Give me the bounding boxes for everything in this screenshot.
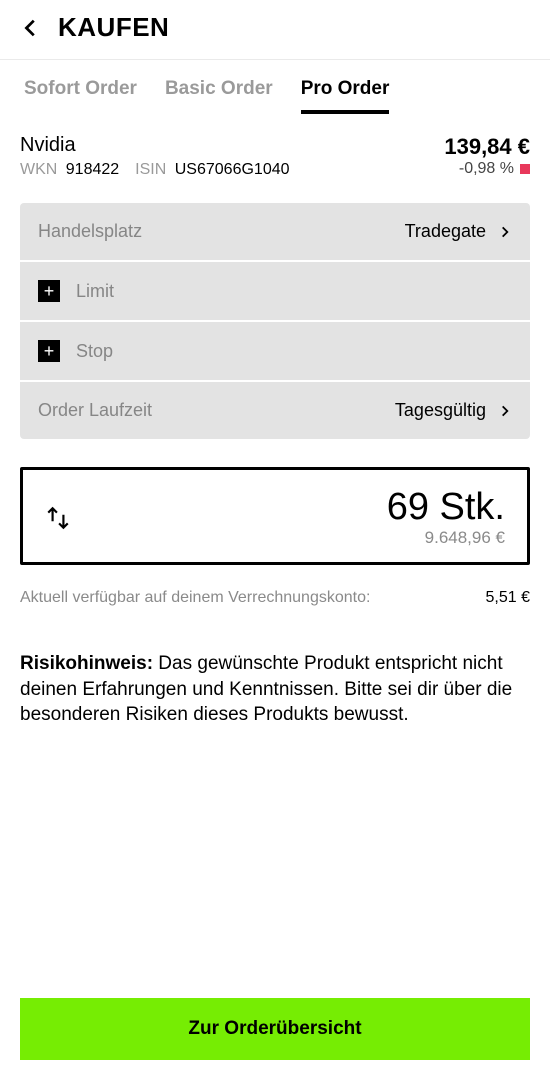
stock-name: Nvidia (20, 134, 290, 157)
quantity-box[interactable]: 69 Stk. 9.648,96 € (20, 467, 530, 565)
change-value: -0,98 % (459, 160, 514, 178)
price-change: -0,98 % (444, 160, 530, 178)
laufzeit-label: Order Laufzeit (38, 400, 152, 421)
wkn-value: 918422 (66, 161, 119, 178)
balance-row: Aktuell verfügbar auf deinem Verrechnung… (20, 589, 530, 607)
setting-handelsplatz[interactable]: Handelsplatz Tradegate (20, 203, 530, 262)
isin-label: ISIN (135, 161, 166, 178)
risk-label: Risikohinweis: (20, 653, 153, 674)
quantity-value: 69 Stk. (387, 488, 505, 526)
page-title: KAUFEN (58, 12, 169, 43)
stock-header: Nvidia WKN 918422 ISIN US67066G1040 139,… (20, 134, 530, 179)
stock-ids: WKN 918422 ISIN US67066G1040 (20, 161, 290, 179)
handelsplatz-label: Handelsplatz (38, 221, 142, 242)
wkn-label: WKN (20, 161, 57, 178)
tab-sofort-order[interactable]: Sofort Order (24, 78, 137, 114)
cta-wrapper: Zur Orderübersicht (0, 998, 550, 1080)
quantity-total: 9.648,96 € (387, 528, 505, 548)
tabs: Sofort Order Basic Order Pro Order (0, 60, 550, 114)
chevron-right-icon (498, 401, 512, 421)
back-icon[interactable] (20, 17, 42, 39)
content: Nvidia WKN 918422 ISIN US67066G1040 139,… (0, 114, 550, 998)
balance-label: Aktuell verfügbar auf deinem Verrechnung… (20, 589, 370, 607)
submit-button[interactable]: Zur Orderübersicht (20, 998, 530, 1060)
swap-icon (45, 505, 71, 531)
settings-list: Handelsplatz Tradegate + Limit + Stop (20, 203, 530, 439)
plus-icon: + (38, 340, 60, 362)
plus-icon: + (38, 280, 60, 302)
stop-label: Stop (76, 341, 113, 362)
tab-basic-order[interactable]: Basic Order (165, 78, 273, 114)
chevron-right-icon (498, 222, 512, 242)
risk-notice: Risikohinweis: Das gewünschte Produkt en… (20, 651, 530, 728)
setting-stop[interactable]: + Stop (20, 322, 530, 382)
laufzeit-value: Tagesgültig (395, 400, 486, 421)
change-indicator-icon (520, 164, 530, 174)
setting-laufzeit[interactable]: Order Laufzeit Tagesgültig (20, 382, 530, 439)
setting-limit[interactable]: + Limit (20, 262, 530, 322)
stock-price: 139,84 € -0,98 % (444, 134, 530, 178)
tab-pro-order[interactable]: Pro Order (301, 78, 390, 114)
handelsplatz-value: Tradegate (405, 221, 486, 242)
header: KAUFEN (0, 0, 550, 59)
isin-value: US67066G1040 (175, 161, 290, 178)
limit-label: Limit (76, 281, 114, 302)
balance-value: 5,51 € (486, 589, 530, 607)
price-value: 139,84 € (444, 134, 530, 160)
